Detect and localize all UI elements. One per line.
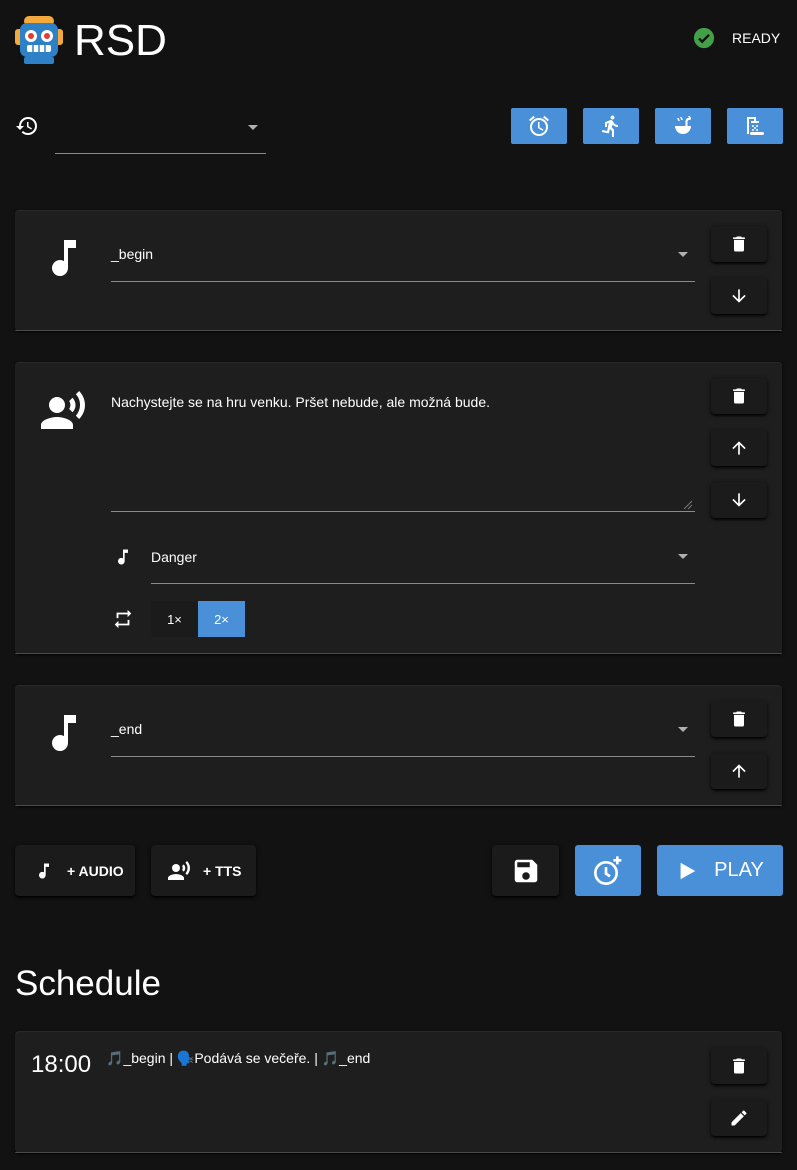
speaking-head-icon: 🗣️ bbox=[176, 1051, 195, 1067]
music-note-icon bbox=[52, 240, 76, 277]
speaker-person-icon bbox=[41, 391, 85, 429]
chevron-down-icon bbox=[678, 727, 688, 732]
history-icon bbox=[16, 117, 37, 136]
delete-button[interactable] bbox=[711, 1048, 767, 1084]
resize-handle-icon[interactable] bbox=[683, 500, 693, 510]
music-note-icon bbox=[118, 549, 128, 565]
arrow-down-icon bbox=[732, 493, 746, 507]
alarm-clock-icon bbox=[529, 115, 549, 137]
schedule-add-button[interactable] bbox=[575, 845, 641, 896]
repeat-icon bbox=[114, 609, 132, 629]
move-up-button[interactable] bbox=[711, 430, 767, 466]
preset-select[interactable] bbox=[55, 104, 266, 154]
background-audio-select[interactable]: Danger bbox=[151, 534, 695, 584]
playlist-item-audio: _end bbox=[15, 685, 782, 806]
check-circle-icon bbox=[693, 27, 715, 49]
background-audio-value: Danger bbox=[151, 549, 197, 565]
status-indicator: READY bbox=[693, 27, 783, 49]
save-button[interactable] bbox=[492, 845, 559, 896]
repeat-option-1x[interactable]: 1× bbox=[151, 601, 198, 637]
chevron-down-icon bbox=[248, 125, 258, 130]
running-person-icon bbox=[601, 115, 618, 137]
add-audio-button[interactable]: + AUDIO bbox=[15, 845, 135, 896]
schedule-segment: _begin bbox=[123, 1050, 166, 1066]
schedule-segment: _end bbox=[339, 1050, 371, 1066]
schedule-heading: Schedule bbox=[15, 964, 161, 1003]
audio-select-value: _end bbox=[111, 721, 143, 737]
delete-icon bbox=[733, 711, 745, 727]
shower-icon bbox=[747, 117, 764, 135]
separator: | bbox=[165, 1050, 177, 1066]
chevron-down-icon bbox=[678, 554, 688, 559]
add-audio-label: + AUDIO bbox=[67, 862, 124, 879]
music-note-icon: 🎵 bbox=[321, 1051, 340, 1067]
delete-button[interactable] bbox=[711, 226, 767, 262]
audio-select[interactable]: _begin bbox=[111, 232, 695, 282]
quick-preset-alarm-button[interactable] bbox=[511, 108, 567, 144]
repeat-option-2x[interactable]: 2× bbox=[198, 601, 245, 637]
arrow-down-icon bbox=[732, 289, 746, 303]
clock-plus-icon bbox=[594, 855, 622, 885]
edit-button[interactable] bbox=[711, 1100, 767, 1136]
playlist-item-audio: _begin bbox=[15, 210, 782, 331]
delete-icon bbox=[733, 388, 745, 404]
music-note-icon bbox=[39, 863, 49, 879]
delete-button[interactable] bbox=[711, 378, 767, 414]
repeat-toggle[interactable]: 1× 2× bbox=[151, 601, 245, 637]
delete-icon bbox=[733, 236, 745, 252]
quick-preset-shower-button[interactable] bbox=[727, 108, 783, 144]
app-title: RSD bbox=[74, 16, 167, 65]
separator: | bbox=[310, 1050, 322, 1066]
music-note-icon: 🎵 bbox=[106, 1051, 124, 1067]
add-tts-button[interactable]: + TTS bbox=[151, 845, 256, 896]
schedule-segment: Podává se večeře. bbox=[194, 1050, 311, 1066]
speaker-person-icon bbox=[168, 860, 190, 880]
audio-select-value: _begin bbox=[111, 246, 154, 262]
music-note-icon bbox=[52, 715, 76, 752]
status-label: READY bbox=[732, 30, 781, 46]
soup-ladle-icon bbox=[675, 116, 691, 134]
robot-icon bbox=[15, 16, 63, 64]
schedule-summary: 🎵_begin | 🗣️Podává se večeře. | 🎵_end bbox=[106, 1050, 370, 1067]
play-icon bbox=[680, 862, 696, 879]
play-label: PLAY bbox=[714, 859, 764, 881]
delete-button[interactable] bbox=[711, 701, 767, 737]
delete-icon bbox=[733, 1058, 745, 1074]
floppy-disk-icon bbox=[514, 859, 537, 882]
move-down-button[interactable] bbox=[711, 482, 767, 518]
app-logo bbox=[14, 15, 64, 65]
quick-preset-dinner-button[interactable] bbox=[655, 108, 711, 144]
tts-text: Nachystejte se na hru venku. Pršet nebud… bbox=[111, 394, 491, 410]
move-up-button[interactable] bbox=[711, 753, 767, 789]
schedule-time: 18:00 bbox=[31, 1051, 92, 1078]
arrow-up-icon bbox=[732, 764, 746, 778]
add-tts-label: + TTS bbox=[203, 862, 242, 879]
arrow-up-icon bbox=[732, 441, 746, 455]
play-button[interactable]: PLAY bbox=[657, 845, 783, 896]
pencil-icon bbox=[731, 1110, 747, 1126]
quick-preset-run-button[interactable] bbox=[583, 108, 639, 144]
tts-text-area[interactable]: Nachystejte se na hru venku. Pršet nebud… bbox=[111, 392, 695, 513]
audio-select[interactable]: _end bbox=[111, 707, 695, 757]
schedule-entry: 18:00 🎵_begin | 🗣️Podává se večeře. | 🎵_… bbox=[15, 1031, 782, 1153]
chevron-down-icon bbox=[678, 252, 688, 257]
playlist-item-tts: Nachystejte se na hru venku. Pršet nebud… bbox=[15, 362, 782, 654]
move-down-button[interactable] bbox=[711, 278, 767, 314]
